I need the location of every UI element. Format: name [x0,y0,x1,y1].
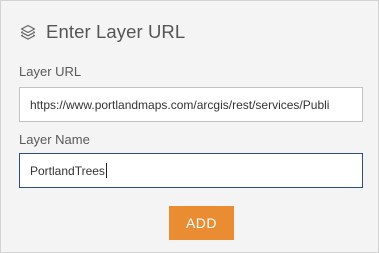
layer-name-input[interactable]: PortlandTrees [19,153,363,188]
layer-url-input[interactable]: https://www.portlandmaps.com/arcgis/rest… [19,87,363,122]
add-layer-panel: Enter Layer URL Layer URL https://www.po… [0,0,379,253]
panel-header: Enter Layer URL [19,19,185,45]
layer-name-value: PortlandTrees [30,163,105,178]
layer-url-label: Layer URL [19,64,82,79]
layer-url-value: https://www.portlandmaps.com/arcgis/rest… [30,97,330,112]
layers-icon [19,23,37,41]
text-caret [105,163,107,178]
add-button[interactable]: ADD [169,206,234,240]
panel-title: Enter Layer URL [46,21,186,42]
layer-name-label: Layer Name [19,132,90,147]
